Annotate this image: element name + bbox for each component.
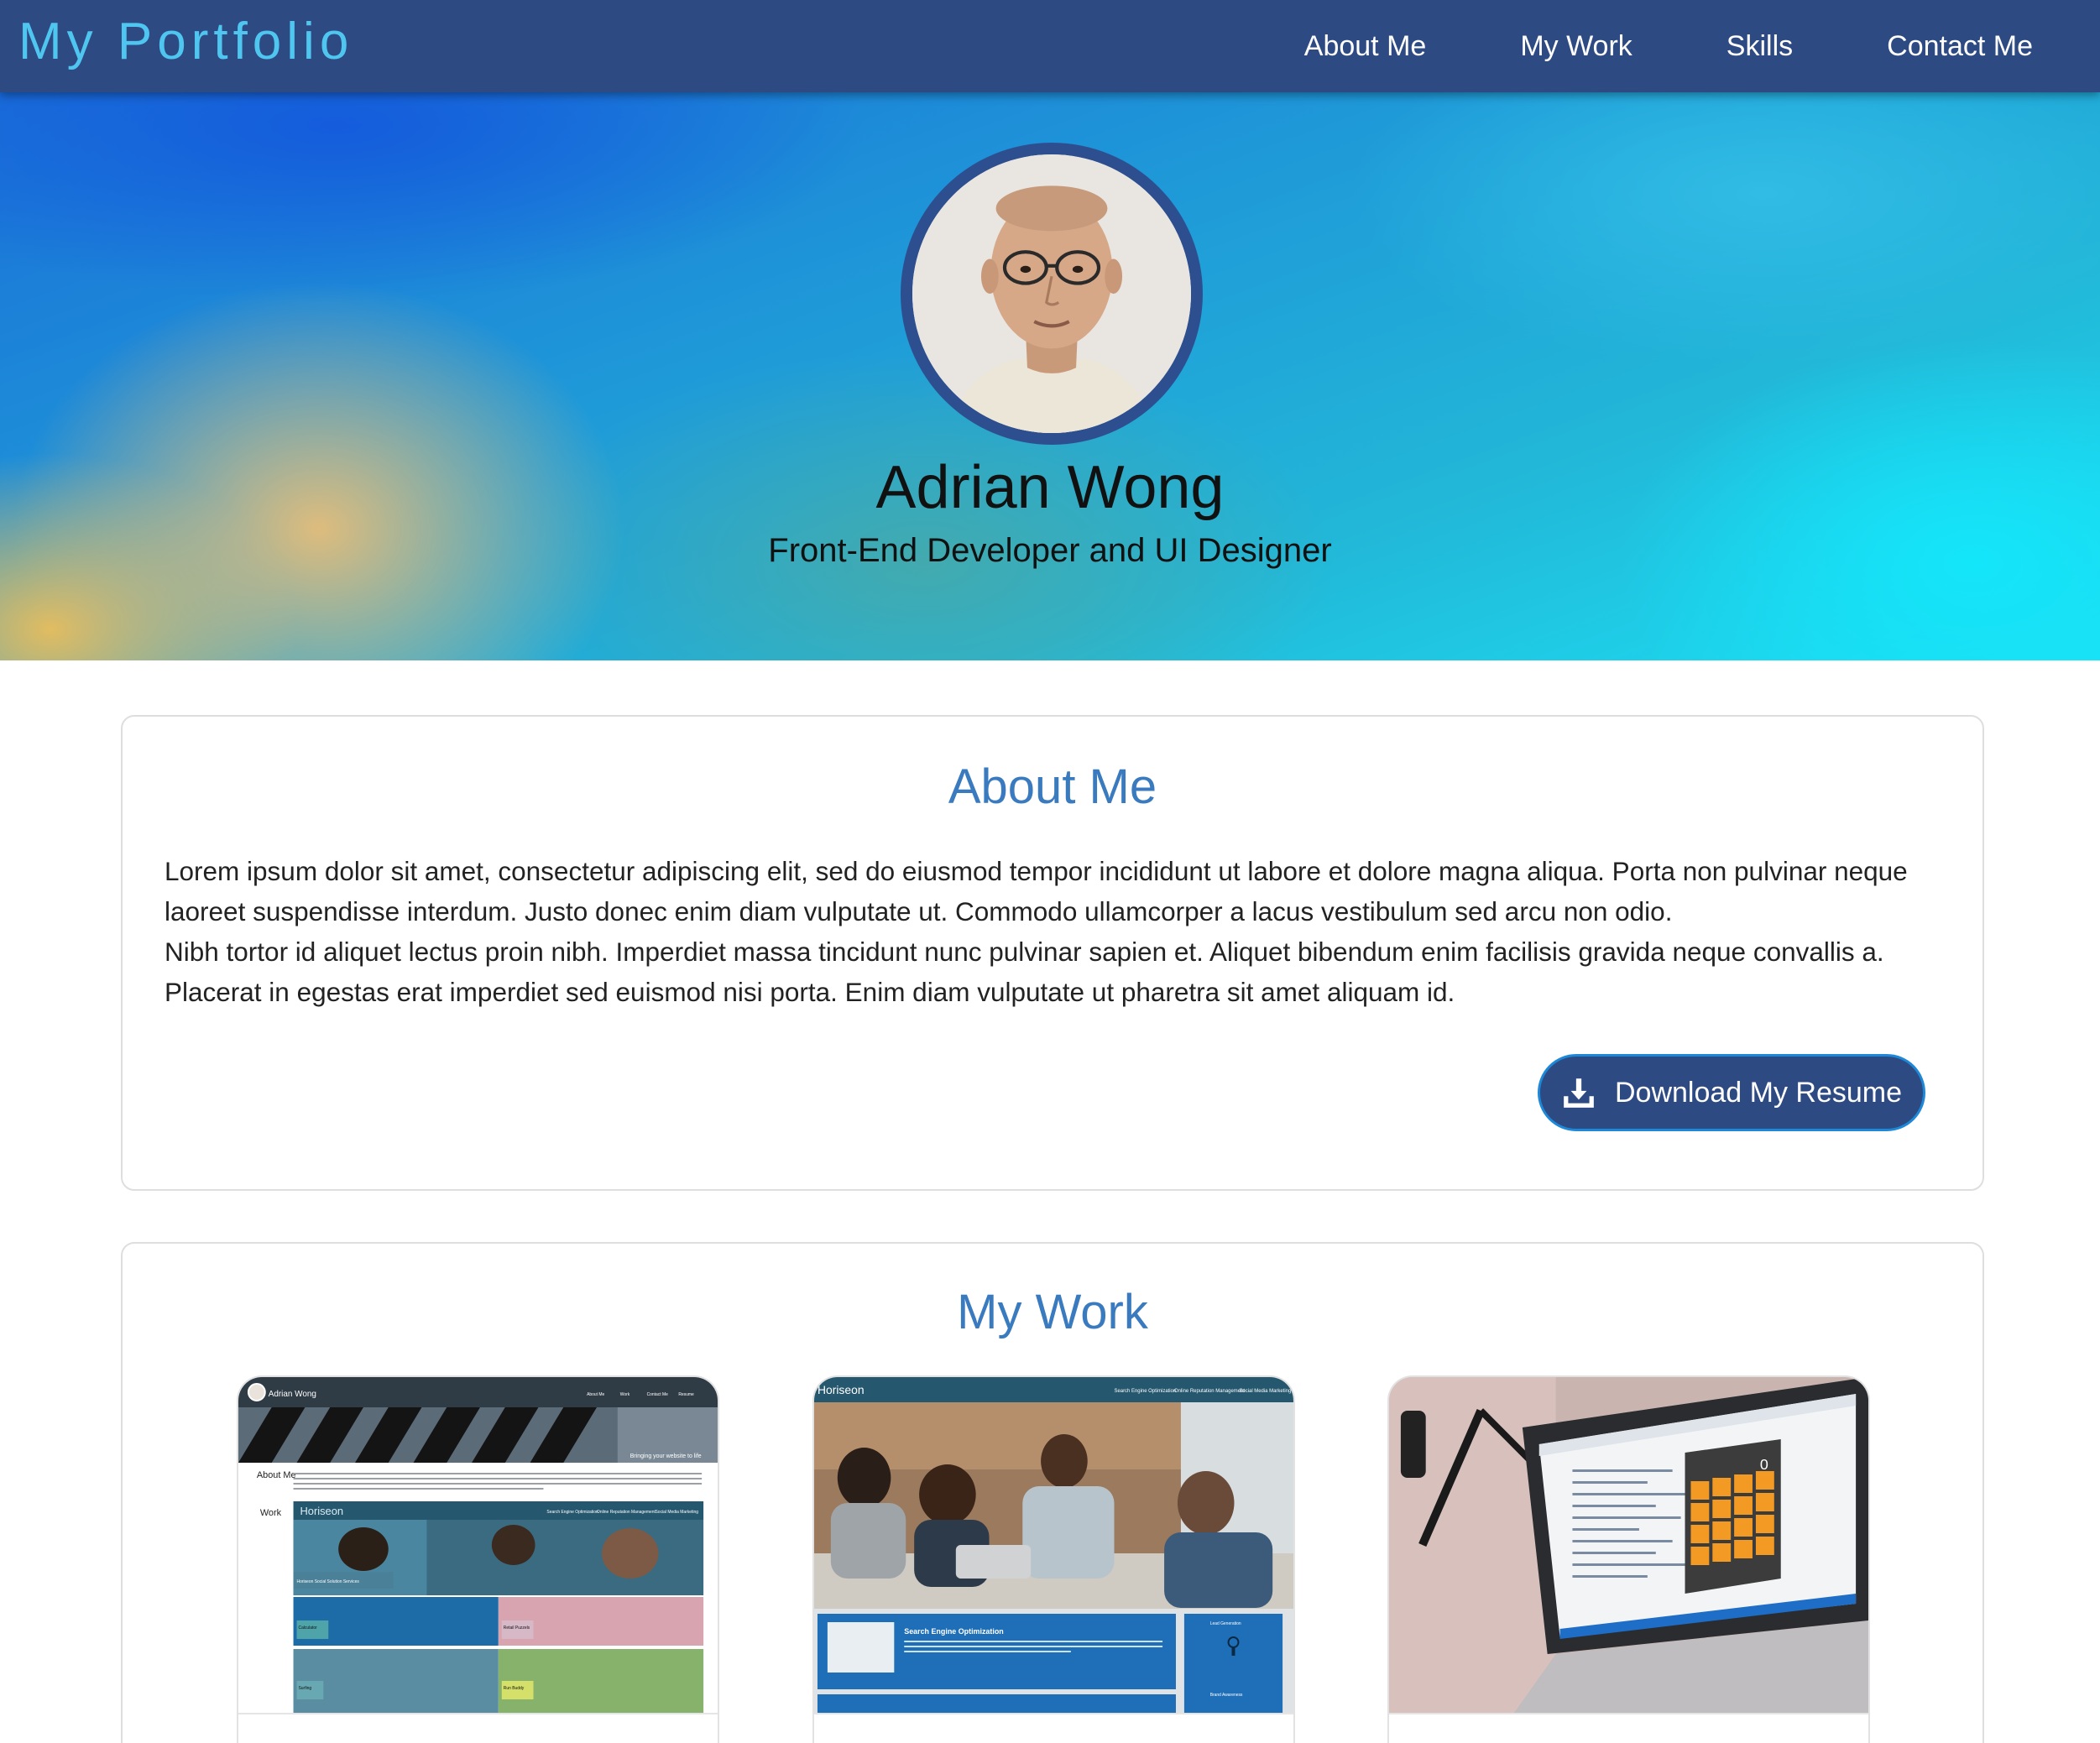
hero-banner: Adrian Wong Front-End Developer and UI D… [0,92,2100,660]
svg-text:Search Engine Optimization: Search Engine Optimization [1114,1389,1176,1394]
my-work-heading: My Work [957,1285,1148,1339]
nav-link-my-work[interactable]: My Work [1520,30,1632,63]
svg-text:Calculator: Calculator [298,1626,317,1631]
svg-text:Surfing: Surfing [298,1686,311,1691]
project-thumbnail-horiseon[interactable]: Horiseon Search Engine Optimization Onli… [814,1377,1293,1713]
svg-text:Online Reputation Management: Online Reputation Management [1174,1389,1245,1394]
svg-text:Social Media Marketing: Social Media Marketing [656,1510,699,1515]
project-card-footer [238,1713,718,1743]
svg-text:Contact Me: Contact Me [647,1392,669,1397]
about-paragraph-2: Nibh tortor id aliquet lectus proin nibh… [165,937,1884,1007]
brand-logo[interactable]: My Portfolio [18,12,353,71]
about-me-text: Lorem ipsum dolor sit amet, consectetur … [165,851,1952,1012]
project-card-calculator[interactable]: 0 [1387,1375,1870,1743]
avatar [901,143,1203,445]
svg-text:Resume: Resume [678,1392,694,1397]
svg-text:Work: Work [260,1508,282,1518]
svg-text:Brand Awareness: Brand Awareness [1210,1693,1243,1698]
svg-text:Work: Work [620,1392,630,1397]
thumb-header-name: Adrian Wong [269,1390,316,1399]
about-me-heading: About Me [948,759,1157,814]
download-icon [1564,1078,1594,1108]
project-thumbnail-calculator[interactable]: 0 [1389,1377,1868,1713]
nav-link-skills[interactable]: Skills [1726,30,1793,63]
about-me-card: About Me Lorem ipsum dolor sit amet, con… [121,715,1984,1191]
profile-photo [912,154,1191,433]
svg-text:About Me: About Me [587,1392,604,1397]
my-work-card: My Work Adrian Wong About Me Work Contac… [121,1242,1984,1743]
svg-text:0: 0 [1760,1456,1768,1473]
person-portrait-icon [912,154,1191,433]
svg-text:Online Reputation Management: Online Reputation Management [597,1510,656,1515]
hero-name: Adrian Wong [875,454,1225,521]
svg-text:Retail Puzzels: Retail Puzzels [504,1626,530,1631]
svg-text:Run Buddy: Run Buddy [504,1686,525,1691]
download-resume-label: Download My Resume [1614,1076,1903,1109]
project-card-portfolio[interactable]: Adrian Wong About Me Work Contact Me Res… [237,1375,719,1743]
svg-text:Bringing your website to life: Bringing your website to life [630,1453,702,1459]
project-thumbnail-portfolio[interactable]: Adrian Wong About Me Work Contact Me Res… [238,1377,718,1713]
nav-link-contact-me[interactable]: Contact Me [1887,30,2033,63]
about-paragraph-1: Lorem ipsum dolor sit amet, consectetur … [165,856,1908,926]
top-navbar: My Portfolio About Me My Work Skills Con… [0,0,2100,92]
svg-text:Social Media Marketing: Social Media Marketing [1239,1389,1291,1394]
project-card-footer [1389,1713,1868,1743]
svg-text:Horiseon Social Solution Servi: Horiseon Social Solution Services [297,1579,360,1584]
project-card-horiseon[interactable]: Horiseon Search Engine Optimization Onli… [812,1375,1295,1743]
nav-link-about-me[interactable]: About Me [1304,30,1427,63]
svg-text:Lead Generation: Lead Generation [1210,1621,1241,1626]
project-card-footer [814,1713,1293,1743]
svg-text:Horiseon: Horiseon [818,1383,865,1396]
svg-text:Horiseon: Horiseon [300,1505,343,1517]
svg-text:Search Engine Optimization: Search Engine Optimization [546,1510,598,1515]
svg-text:About Me: About Me [257,1470,296,1480]
download-resume-button[interactable]: Download My Resume [1538,1054,1925,1131]
hero-subtitle: Front-End Developer and UI Designer [768,532,1332,569]
svg-text:Search Engine Optimization: Search Engine Optimization [904,1627,1003,1636]
nav-links: About Me My Work Skills Contact Me [1210,0,2033,92]
